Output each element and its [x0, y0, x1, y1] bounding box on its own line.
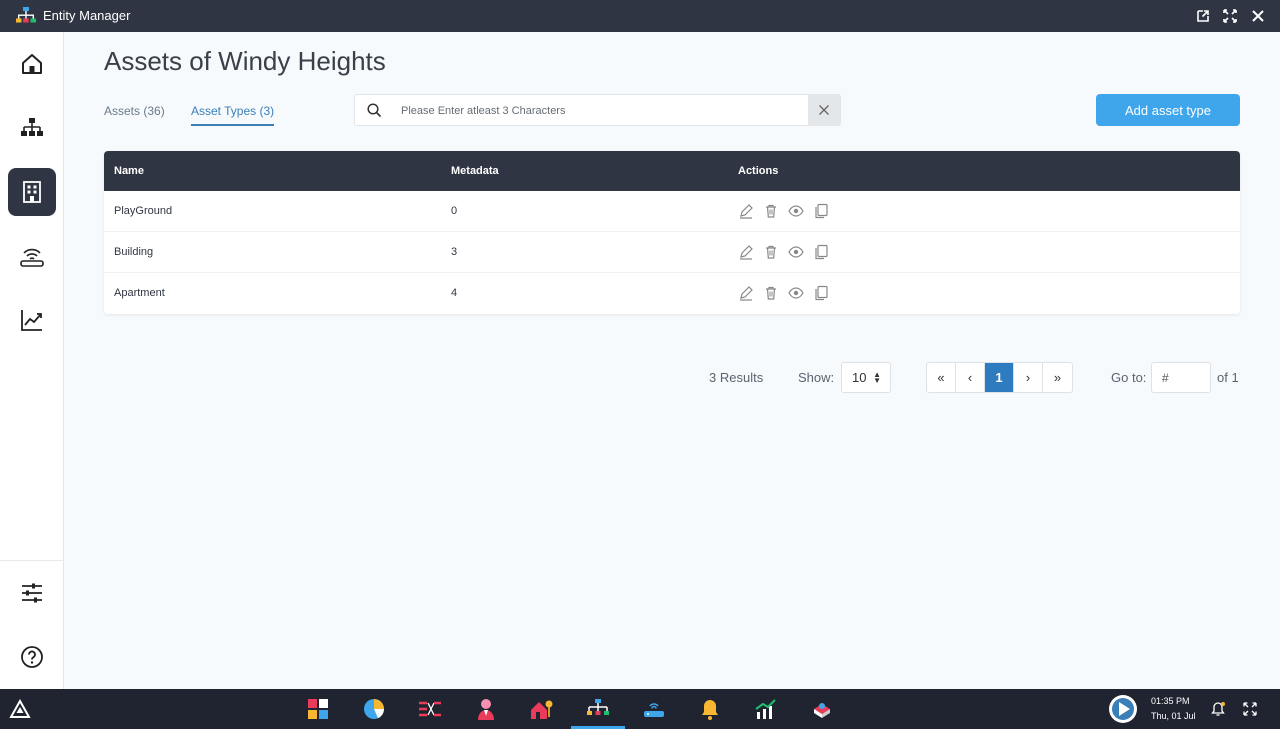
- sidebar-item-devices[interactable]: [8, 232, 56, 280]
- alarms-bell-app-icon[interactable]: [698, 697, 722, 721]
- clock-time: 01:35 PM: [1151, 696, 1190, 706]
- show-label: Show:: [798, 370, 835, 385]
- cell-metadata: 4: [451, 287, 458, 299]
- fullscreen-icon[interactable]: [1222, 8, 1238, 24]
- sort-caret-icon: ▲ ▼: [873, 370, 881, 385]
- cell-name: PlayGround: [114, 205, 173, 217]
- entity-manager-app-icon: [16, 7, 36, 23]
- clock-date: Thu, 01 Jul: [1151, 711, 1196, 721]
- entity-manager-app-icon[interactable]: [586, 697, 610, 721]
- user-profile-icon[interactable]: [1108, 694, 1138, 724]
- page-size-select[interactable]: 10 ▲ ▼: [841, 362, 891, 393]
- edit-icon[interactable]: [738, 285, 754, 301]
- last-page-button[interactable]: »: [1043, 363, 1072, 392]
- copy-icon[interactable]: [813, 203, 829, 219]
- notifications-bell-icon[interactable]: [1210, 701, 1226, 717]
- next-page-button[interactable]: ›: [1014, 363, 1043, 392]
- tab-assets[interactable]: Assets (36): [104, 104, 165, 124]
- reports-pie-app-icon[interactable]: [362, 697, 386, 721]
- building-icon: [23, 181, 41, 203]
- add-asset-type-button[interactable]: Add asset type: [1096, 94, 1240, 126]
- cell-name: Building: [114, 246, 154, 258]
- copy-icon[interactable]: [813, 244, 829, 260]
- current-page-button[interactable]: 1: [985, 363, 1014, 392]
- clear-search-button[interactable]: [808, 95, 840, 125]
- table-row: PlayGround 0: [104, 191, 1240, 232]
- devices-router-app-icon[interactable]: [642, 697, 666, 721]
- view-icon[interactable]: [788, 244, 804, 260]
- sidebar: [0, 32, 64, 689]
- pagination-controls: « ‹ 1 › »: [926, 362, 1073, 393]
- launcher-icon[interactable]: [8, 697, 32, 721]
- column-header-actions: Actions: [738, 165, 779, 177]
- row-actions: [738, 203, 829, 219]
- taskbar: [0, 689, 1280, 729]
- previous-page-button[interactable]: ‹: [956, 363, 985, 392]
- results-count: 3 Results: [709, 370, 764, 385]
- chart-line-icon: [21, 310, 42, 331]
- table-header: Name Metadata Actions: [104, 151, 1240, 191]
- sidebar-item-analytics[interactable]: [8, 296, 56, 344]
- table-body: PlayGround 0 Building 3 Apartment 4: [104, 191, 1240, 314]
- cell-name: Apartment: [114, 287, 165, 299]
- sidebar-item-entity-hierarchy[interactable]: [8, 104, 56, 152]
- delete-icon[interactable]: [763, 285, 779, 301]
- table-row: Building 3: [104, 232, 1240, 273]
- cell-metadata: 3: [451, 246, 458, 258]
- total-pages-label: of 1: [1217, 370, 1239, 385]
- hierarchy-icon: [21, 118, 43, 136]
- first-page-button[interactable]: «: [927, 363, 956, 392]
- view-icon[interactable]: [788, 285, 804, 301]
- rules-flow-app-icon[interactable]: [418, 697, 442, 721]
- users-app-icon[interactable]: [474, 697, 498, 721]
- dashboard-app-icon[interactable]: [306, 697, 330, 721]
- column-header-name: Name: [114, 165, 144, 177]
- copy-icon[interactable]: [813, 285, 829, 301]
- cloud-sync-app-icon[interactable]: [810, 697, 834, 721]
- asset-types-table: Name Metadata Actions PlayGround 0 Buildin…: [104, 151, 1240, 314]
- sidebar-item-help[interactable]: [8, 633, 56, 681]
- goto-label: Go to:: [1111, 370, 1147, 385]
- help-icon: [21, 646, 43, 668]
- expand-icon[interactable]: [1242, 701, 1258, 717]
- row-actions: [738, 244, 829, 260]
- title-bar: Entity Manager: [0, 0, 1280, 32]
- close-icon[interactable]: [1250, 8, 1266, 24]
- search-box: [354, 94, 841, 126]
- tab-asset-types[interactable]: Asset Types (3): [191, 104, 275, 126]
- edit-icon[interactable]: [738, 244, 754, 260]
- sidebar-divider: [0, 560, 64, 561]
- close-icon: [819, 105, 829, 115]
- page-title: Assets of Windy Heights: [104, 46, 386, 76]
- sidebar-item-home[interactable]: [8, 40, 56, 88]
- delete-icon[interactable]: [763, 244, 779, 260]
- window-title: Entity Manager: [43, 8, 131, 23]
- goto-page-input[interactable]: [1151, 362, 1211, 393]
- router-icon: [20, 248, 44, 267]
- sidebar-item-settings[interactable]: [8, 569, 56, 617]
- cell-metadata: 0: [451, 205, 458, 217]
- external-window-icon[interactable]: [1195, 8, 1211, 24]
- sliders-icon: [22, 583, 42, 603]
- access-control-app-icon[interactable]: [530, 697, 554, 721]
- home-icon: [22, 54, 42, 74]
- table-row: Apartment 4: [104, 273, 1240, 314]
- row-actions: [738, 285, 829, 301]
- view-icon[interactable]: [788, 203, 804, 219]
- search-input[interactable]: [401, 101, 801, 121]
- page-size-value: 10: [852, 370, 867, 385]
- analytics-chart-app-icon[interactable]: [754, 697, 778, 721]
- search-icon: [367, 103, 382, 118]
- edit-icon[interactable]: [738, 203, 754, 219]
- delete-icon[interactable]: [763, 203, 779, 219]
- sidebar-item-assets[interactable]: [8, 168, 56, 216]
- column-header-metadata: Metadata: [451, 165, 499, 177]
